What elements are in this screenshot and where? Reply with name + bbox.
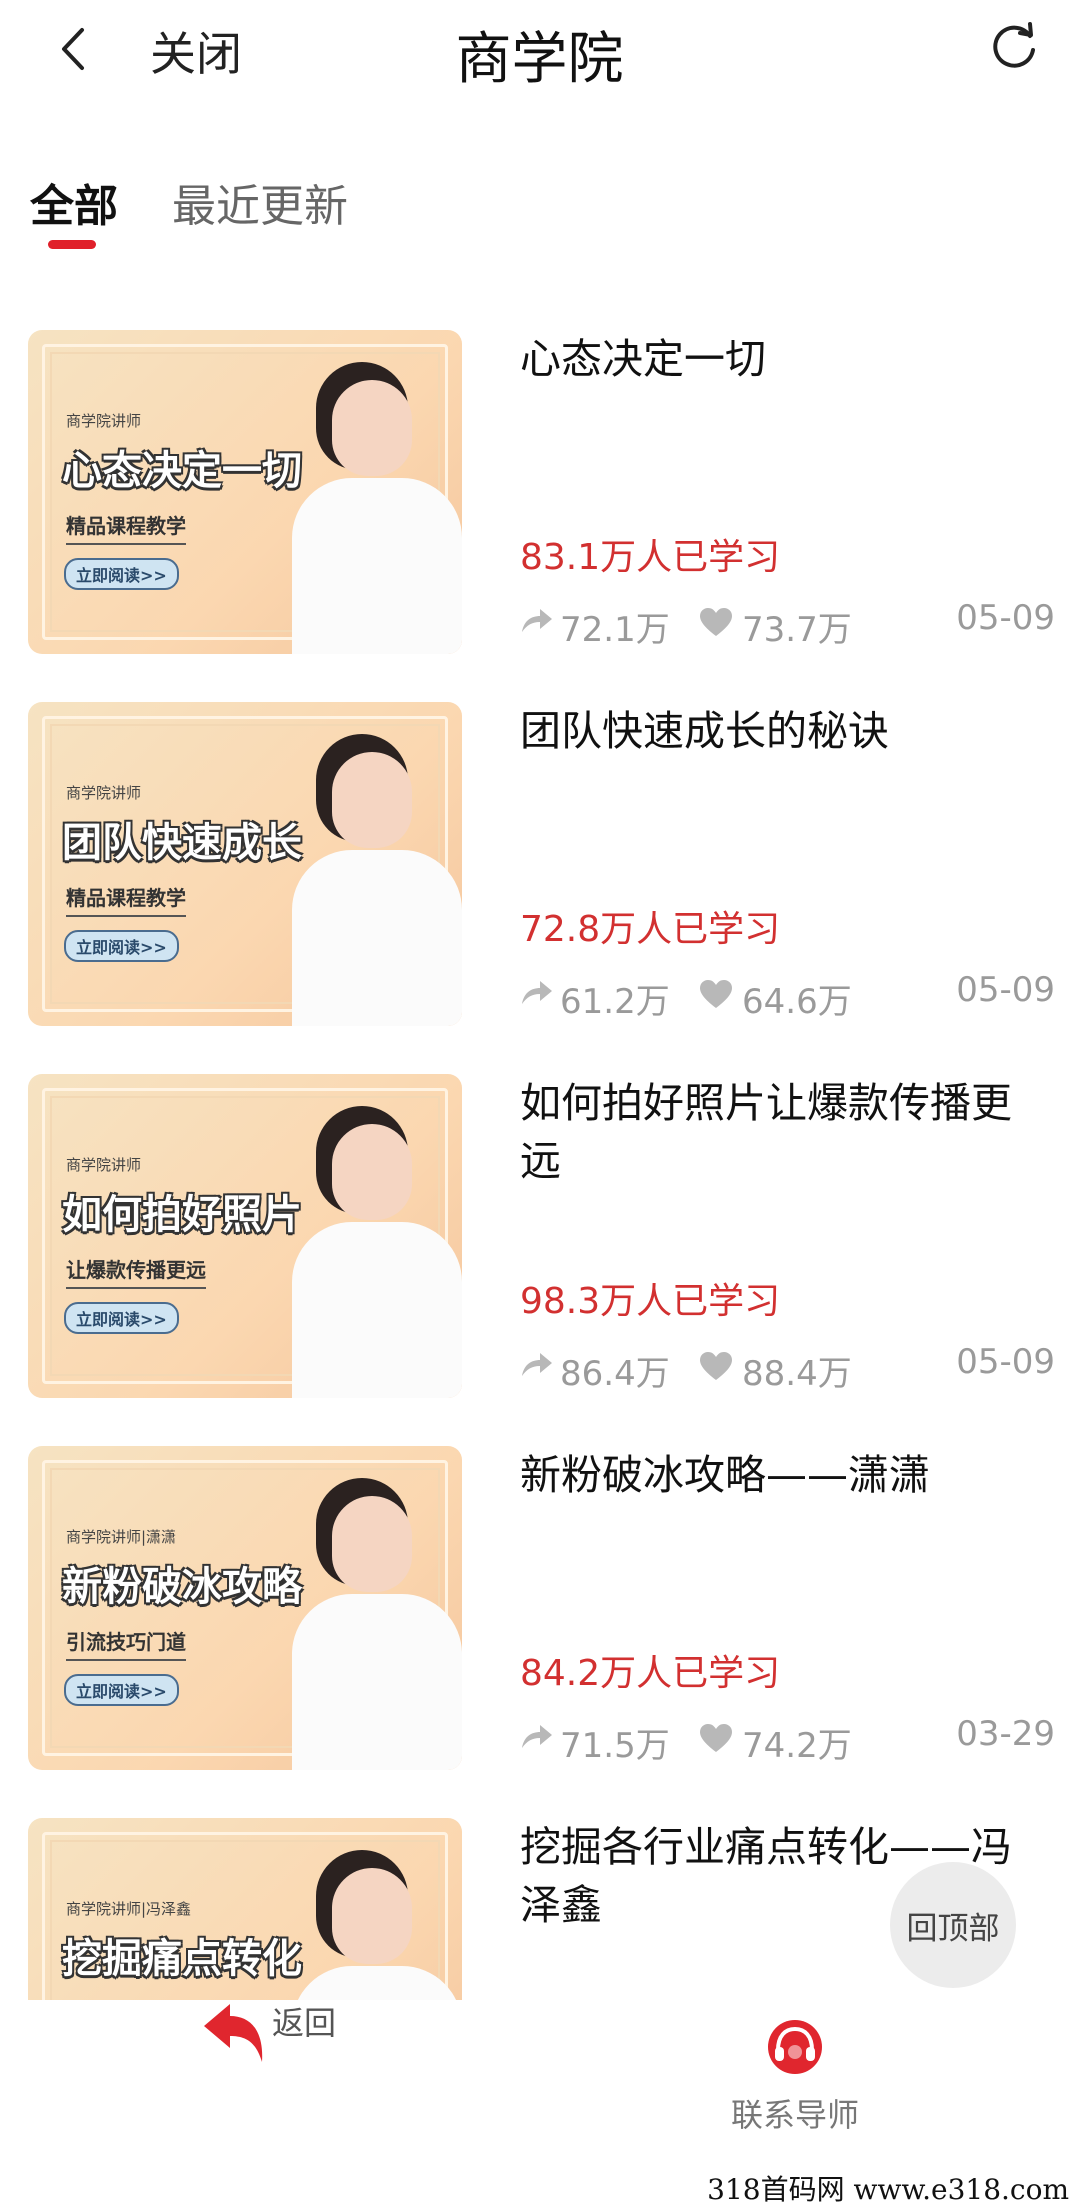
- tab-bar: 全部 最近更新: [0, 160, 1079, 260]
- course-item[interactable]: 商学院讲师|潇潇 新粉破冰攻略 引流技巧门道 立即阅读>> 新粉破冰攻略——潇潇…: [0, 1446, 1079, 1776]
- like-count: 74.2万: [742, 1726, 852, 1766]
- thumbnail-title: 新粉破冰攻略: [62, 1564, 302, 1610]
- learner-count: 84.2万人已学习: [520, 1653, 781, 1694]
- refresh-icon[interactable]: [988, 20, 1040, 72]
- course-stats: 72.1万 73.7万 05-09: [520, 598, 1055, 650]
- course-stats: 61.2万 64.6万 05-09: [520, 970, 1055, 1022]
- like-count: 64.6万: [742, 982, 852, 1022]
- thumbnail-title: 团队快速成长: [62, 820, 302, 866]
- course-title: 新粉破冰攻略——潇潇: [520, 1451, 930, 1499]
- lecturer-photo: [272, 732, 462, 1026]
- heart-icon: [700, 1352, 732, 1380]
- heart-icon: [700, 980, 732, 1008]
- thumbnail-title: 如何拍好照片: [62, 1192, 302, 1238]
- page-title: 商学院: [455, 27, 624, 92]
- thumbnail-subtitle: 精品课程教学: [66, 882, 186, 917]
- course-thumbnail[interactable]: 商学院讲师|冯泽鑫 挖掘痛点转化: [28, 1818, 462, 2000]
- course-thumbnail[interactable]: 商学院讲师|潇潇 新粉破冰攻略 引流技巧门道 立即阅读>>: [28, 1446, 462, 1770]
- publish-date: 05-09: [956, 598, 1055, 638]
- share-icon: [522, 981, 552, 1004]
- share-icon: [522, 609, 552, 632]
- watermark: 318首码网 www.e318.com: [707, 2173, 1069, 2204]
- course-item[interactable]: 商学院讲师 团队快速成长 精品课程教学 立即阅读>> 团队快速成长的秘诀 72.…: [0, 702, 1079, 1032]
- thumbnail-subtitle: 让爆款传播更远: [66, 1254, 206, 1289]
- thumbnail-subtitle: 引流技巧门道: [66, 1626, 186, 1661]
- course-item[interactable]: 商学院讲师 如何拍好照片 让爆款传播更远 立即阅读>> 如何拍好照片让爆款传播更…: [0, 1074, 1079, 1404]
- course-title: 如何拍好照片让爆款传播更远: [520, 1079, 1012, 1185]
- nav-back-label: 返回: [272, 2004, 337, 2042]
- lecturer-photo: [272, 360, 462, 654]
- learner-count: 72.8万人已学习: [520, 909, 781, 950]
- share-count: 71.5万: [560, 1726, 670, 1766]
- tab-recent[interactable]: 最近更新: [172, 170, 348, 234]
- course-list[interactable]: 商学院讲师 心态决定一切 精品课程教学 立即阅读>> 心态决定一切 83.1万人…: [0, 330, 1079, 2000]
- tab-active-indicator: [48, 240, 96, 249]
- nav-contact-label: 联系导师: [730, 2096, 859, 2134]
- thumbnail-read-button: 立即阅读>>: [64, 930, 179, 962]
- share-count: 61.2万: [560, 982, 670, 1022]
- share-count: 72.1万: [560, 610, 670, 650]
- thumbnail-tag: 商学院讲师|冯泽鑫: [66, 1900, 192, 1918]
- share-count: 86.4万: [560, 1354, 670, 1394]
- thumbnail-title: 挖掘痛点转化: [62, 1936, 302, 1982]
- course-title: 心态决定一切: [520, 335, 766, 383]
- thumbnail-tag: 商学院讲师: [66, 1156, 142, 1174]
- course-thumbnail[interactable]: 商学院讲师 团队快速成长 精品课程教学 立即阅读>>: [28, 702, 462, 1026]
- thumbnail-read-button: 立即阅读>>: [64, 1302, 179, 1334]
- bottom-bar: 返回 联系导师 318首码网 www.e318.com: [0, 2000, 1079, 2204]
- back-to-top-button[interactable]: 回顶部: [890, 1862, 1016, 1988]
- thumbnail-subtitle: 精品课程教学: [66, 510, 186, 545]
- return-arrow-icon: [204, 2004, 263, 2062]
- nav-contact-tutor[interactable]: 联系导师: [720, 2010, 870, 2134]
- learner-count: 98.3万人已学习: [520, 1281, 781, 1322]
- headset-icon: [768, 2020, 822, 2074]
- share-icon: [522, 1353, 552, 1376]
- heart-icon: [700, 608, 732, 636]
- lecturer-photo: [272, 1476, 462, 1770]
- learner-count: 83.1万人已学习: [520, 537, 781, 578]
- publish-date: 05-09: [956, 1342, 1055, 1382]
- header: 关闭 商学院: [0, 0, 1079, 100]
- nav-back-button[interactable]: 返回: [200, 2000, 380, 2100]
- heart-icon: [700, 1724, 732, 1752]
- course-title: 团队快速成长的秘诀: [520, 707, 889, 755]
- thumbnail-read-button: 立即阅读>>: [64, 1674, 179, 1706]
- tab-all[interactable]: 全部: [30, 170, 118, 234]
- course-item[interactable]: 商学院讲师 心态决定一切 精品课程教学 立即阅读>> 心态决定一切 83.1万人…: [0, 330, 1079, 660]
- course-thumbnail[interactable]: 商学院讲师 心态决定一切 精品课程教学 立即阅读>>: [28, 330, 462, 654]
- thumbnail-title: 心态决定一切: [62, 448, 302, 494]
- share-icon: [522, 1725, 552, 1748]
- thumbnail-tag: 商学院讲师: [66, 784, 142, 802]
- course-thumbnail[interactable]: 商学院讲师 如何拍好照片 让爆款传播更远 立即阅读>>: [28, 1074, 462, 1398]
- publish-date: 05-09: [956, 970, 1055, 1010]
- thumbnail-read-button: 立即阅读>>: [64, 558, 179, 590]
- lecturer-photo: [272, 1104, 462, 1398]
- like-count: 73.7万: [742, 610, 852, 650]
- course-stats: 71.5万 74.2万 03-29: [520, 1714, 1055, 1766]
- course-stats: 86.4万 88.4万 05-09: [520, 1342, 1055, 1394]
- thumbnail-tag: 商学院讲师: [66, 412, 142, 430]
- like-count: 88.4万: [742, 1354, 852, 1394]
- lecturer-photo: [272, 1848, 462, 2000]
- thumbnail-tag: 商学院讲师|潇潇: [66, 1528, 177, 1546]
- publish-date: 03-29: [956, 1714, 1055, 1754]
